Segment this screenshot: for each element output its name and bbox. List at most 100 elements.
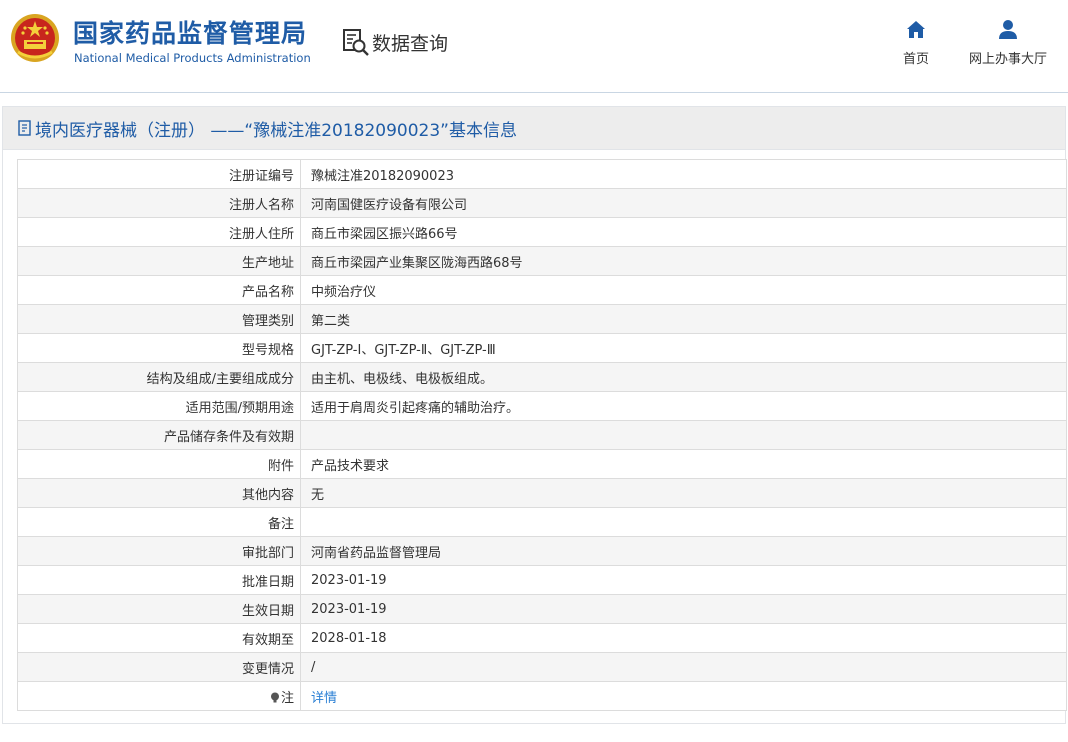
data-query-heading[interactable]: 数据查询 (342, 26, 448, 58)
field-label: 注册证编号 (17, 159, 301, 189)
field-value: 商丘市梁园区振兴路66号 (300, 217, 1067, 247)
table-row: 适用范围/预期用途 适用于肩周炎引起疼痛的辅助治疗。 (17, 391, 1067, 421)
table-row: 其他内容 无 (17, 478, 1067, 508)
field-value-text: 商丘市梁园产业集聚区陇海西路68号 (311, 255, 523, 271)
field-value-text: 豫械注准20182090023 (311, 168, 454, 184)
table-row: 注册人名称 河南国健医疗设备有限公司 (17, 188, 1067, 218)
field-label: 生效日期 (17, 594, 301, 624)
field-label-text: 有效期至 (241, 632, 294, 648)
field-value-text: 第二类 (311, 313, 351, 329)
info-table: 注册证编号 豫械注准20182090023 注册人名称 河南国健医疗设备有限公司 注册人… (17, 159, 1067, 711)
field-value: 由主机、电极线、电极板组成。 (300, 362, 1067, 392)
field-label: 变更情况 (17, 652, 301, 682)
field-label: 注 (17, 681, 301, 711)
table-row: 备注 (17, 507, 1067, 537)
field-value: 第二类 (300, 304, 1067, 334)
table-row: 审批部门 河南省药品监督管理局 (17, 536, 1067, 566)
field-label: 备注 (17, 507, 301, 537)
site-header: 国家药品监督管理局 National Medical Products Admi… (0, 0, 1068, 92)
field-label-text: 注 (280, 690, 294, 706)
field-label-text: 其他内容 (241, 487, 294, 503)
field-value-text: 由主机、电极线、电极板组成。 (311, 371, 494, 387)
panel-header: 境内医疗器械（注册） ——“豫械注准20182090023”基本信息 (3, 107, 1065, 150)
field-value: / (300, 652, 1067, 682)
field-value-text: / (311, 659, 316, 675)
field-label-text: 产品储存条件及有效期 (163, 429, 294, 445)
field-value: 适用于肩周炎引起疼痛的辅助治疗。 (300, 391, 1067, 421)
document-icon (18, 120, 31, 136)
field-label-text: 备注 (267, 516, 294, 532)
nav-online-service-hall[interactable]: 网上办事大厅 (962, 18, 1054, 67)
table-row: 注册人住所 商丘市梁园区振兴路66号 (17, 217, 1067, 247)
national-emblem-icon (11, 14, 59, 62)
field-label-text: 审批部门 (241, 545, 294, 561)
field-label: 有效期至 (17, 623, 301, 653)
field-value-text: 2023-01-19 (311, 601, 387, 617)
nav-home[interactable]: 首页 (886, 18, 946, 67)
field-value-text: 2028-01-18 (311, 630, 387, 646)
field-label-text: 适用范围/预期用途 (185, 400, 294, 416)
table-row: 生产地址 商丘市梁园产业集聚区陇海西路68号 (17, 246, 1067, 276)
field-label: 产品储存条件及有效期 (17, 420, 301, 450)
field-value: 2028-01-18 (300, 623, 1067, 653)
field-label-text: 结构及组成/主要组成成分 (146, 371, 294, 387)
field-label-text: 注册证编号 (228, 168, 294, 184)
field-value-text: 商丘市梁园区振兴路66号 (311, 226, 458, 242)
field-label-text: 变更情况 (241, 661, 294, 677)
field-label-text: 注册人名称 (228, 197, 294, 213)
field-label: 适用范围/预期用途 (17, 391, 301, 421)
details-link[interactable]: 详情 (311, 691, 337, 706)
table-row: 生效日期 2023-01-19 (17, 594, 1067, 624)
field-label: 其他内容 (17, 478, 301, 508)
field-label-text: 管理类别 (241, 313, 294, 329)
table-row: 型号规格 GJT-ZP-Ⅰ、GJT-ZP-Ⅱ、GJT-ZP-Ⅲ (17, 333, 1067, 363)
field-value: 2023-01-19 (300, 565, 1067, 595)
table-row: 批准日期 2023-01-19 (17, 565, 1067, 595)
field-value: 河南国健医疗设备有限公司 (300, 188, 1067, 218)
table-row: 管理类别 第二类 (17, 304, 1067, 334)
field-value: 2023-01-19 (300, 594, 1067, 624)
field-label: 生产地址 (17, 246, 301, 276)
panel-title: 境内医疗器械（注册） ——“豫械注准20182090023”基本信息 (35, 120, 517, 141)
user-icon (999, 20, 1017, 39)
field-value-text: 河南国健医疗设备有限公司 (311, 197, 468, 213)
field-label-text: 型号规格 (241, 342, 294, 358)
field-label: 型号规格 (17, 333, 301, 363)
field-label: 结构及组成/主要组成成分 (17, 362, 301, 392)
field-label: 审批部门 (17, 536, 301, 566)
table-row: 附件 产品技术要求 (17, 449, 1067, 479)
site-title[interactable]: 国家药品监督管理局 (73, 14, 307, 50)
field-value: 豫械注准20182090023 (300, 159, 1067, 189)
field-label-text: 生效日期 (241, 603, 294, 619)
field-label: 管理类别 (17, 304, 301, 334)
field-value-text: 无 (311, 487, 325, 503)
field-label: 附件 (17, 449, 301, 479)
field-label-text: 批准日期 (241, 574, 294, 590)
field-value-text: 2023-01-19 (311, 572, 387, 588)
field-value: 无 (300, 478, 1067, 508)
field-value: 详情 (300, 681, 1067, 711)
field-label-text: 生产地址 (241, 255, 294, 271)
field-value-text: 产品技术要求 (311, 458, 390, 474)
nav-home-label: 首页 (902, 52, 929, 67)
home-icon (907, 21, 925, 38)
field-label-text: 附件 (267, 458, 294, 474)
table-row: 产品储存条件及有效期 (17, 420, 1067, 450)
field-label: 产品名称 (17, 275, 301, 305)
field-value (300, 507, 1067, 537)
field-label: 批准日期 (17, 565, 301, 595)
header-divider (0, 92, 1068, 93)
field-value: 商丘市梁园产业集聚区陇海西路68号 (300, 246, 1067, 276)
field-value: GJT-ZP-Ⅰ、GJT-ZP-Ⅱ、GJT-ZP-Ⅲ (300, 333, 1067, 363)
field-value: 中频治疗仪 (300, 275, 1067, 305)
table-row: 注册证编号 豫械注准20182090023 (17, 159, 1067, 189)
document-search-icon (343, 29, 369, 56)
field-value (300, 420, 1067, 450)
field-label: 注册人住所 (17, 217, 301, 247)
nav-online-service-hall-label: 网上办事大厅 (968, 52, 1047, 67)
site-subtitle: National Medical Products Administration (74, 51, 311, 65)
table-row: 产品名称 中频治疗仪 (17, 275, 1067, 305)
detail-panel: 境内医疗器械（注册） ——“豫械注准20182090023”基本信息 注册证编号… (2, 106, 1067, 724)
field-value-text: 河南省药品监督管理局 (311, 545, 442, 561)
field-label-text: 注册人住所 (228, 226, 294, 242)
